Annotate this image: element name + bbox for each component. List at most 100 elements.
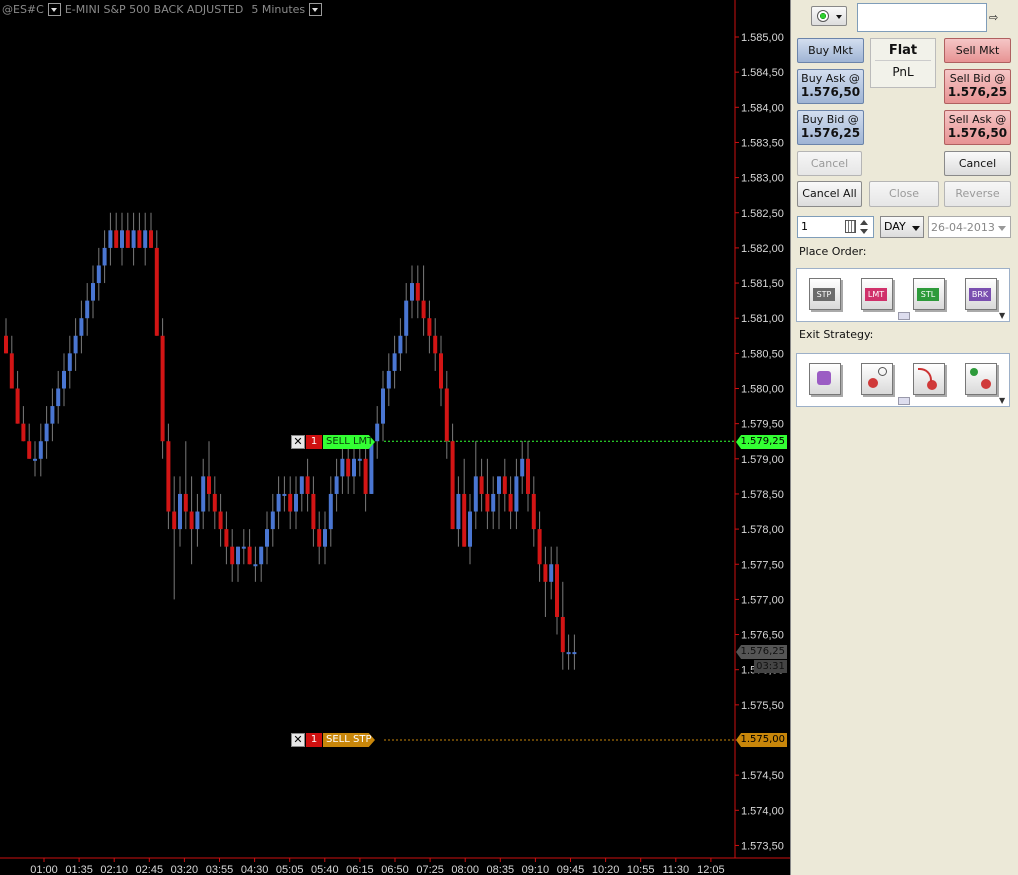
candle-body (218, 511, 223, 530)
stop-price-marker: 1.575,00 (736, 733, 787, 747)
time-tick-label: 10:55 (627, 864, 655, 875)
brk-order-icon[interactable]: BRK (965, 278, 997, 310)
account-menu-icon[interactable]: ⇨ (989, 11, 998, 24)
price-tick-label: 1.583,00 (741, 173, 784, 185)
candle-body (143, 230, 148, 248)
time-tick-label: 02:45 (136, 864, 164, 875)
chevron-down-icon[interactable] (836, 15, 842, 19)
chart-header: @ES#C E-MINI S&P 500 BACK ADJUSTED 5 Min… (2, 1, 323, 17)
candle-body (502, 476, 507, 494)
sell-ask-button[interactable]: Sell Ask @ 1.576,50 (944, 110, 1011, 145)
candle-body (398, 335, 403, 354)
spin-down-icon[interactable] (860, 229, 868, 234)
quantity-value[interactable]: 1 (801, 220, 808, 233)
spin-up-icon[interactable] (860, 220, 868, 225)
candle-body (473, 476, 478, 512)
exit-strategy-label: Exit Strategy: (799, 328, 874, 341)
buy-bid-label: Buy Bid @ (802, 113, 859, 126)
expand-toolbar-icon[interactable] (898, 312, 910, 320)
price-chart[interactable]: 1.585,00 1.584,50 1.584,00 1.583,50 1.583,00… (0, 0, 790, 875)
buy-bid-button[interactable]: Buy Bid @ 1.576,25 (797, 110, 864, 145)
expand-toolbar-icon[interactable] (898, 397, 910, 405)
candle-body (514, 476, 519, 512)
time-tick-label: 04:30 (241, 864, 269, 875)
candle-body (44, 423, 49, 442)
price-tick-label: 1.573,50 (741, 840, 784, 852)
chevron-down-icon[interactable] (912, 226, 920, 231)
candle-body (357, 458, 362, 461)
time-tick-label: 07:25 (416, 864, 444, 875)
buy-ask-button[interactable]: Buy Ask @ 1.576,50 (797, 69, 864, 104)
interval-dropdown-icon[interactable] (309, 2, 323, 16)
candle-body (531, 493, 536, 530)
order-label[interactable]: SELL STP (323, 733, 375, 747)
exit-strategy-puzzle-icon[interactable] (809, 363, 841, 395)
candle-body (253, 564, 258, 567)
price-tick-label: 1.584,00 (741, 102, 784, 114)
candle-body (299, 476, 304, 494)
time-in-force-select[interactable]: DAY (880, 216, 924, 238)
cancel-bids-button[interactable]: Cancel Bids (797, 151, 862, 193)
close-icon[interactable]: ✕ (291, 435, 305, 449)
candle-body (189, 511, 194, 530)
candle-body (9, 353, 14, 389)
candle-body (62, 370, 66, 389)
stl-order-icon[interactable]: STL (913, 278, 945, 310)
candle-body (212, 493, 217, 512)
candle-body (363, 458, 368, 494)
reverse-position-button[interactable]: Reverse (944, 181, 1011, 207)
candle-body (462, 493, 467, 547)
candle-body (15, 388, 20, 424)
price-tick-label: 1.585,00 (741, 32, 784, 44)
candle-body (21, 423, 26, 442)
exit-strategy-bracket-icon[interactable] (965, 363, 997, 395)
overflow-arrow-icon[interactable]: ▼ (999, 311, 1005, 320)
candle-body (381, 388, 385, 424)
candle-body (241, 546, 246, 549)
price-tick-label: 1.578,00 (741, 524, 784, 536)
price-tick-label: 1.574,50 (741, 770, 784, 782)
chevron-down-icon[interactable] (998, 226, 1006, 231)
cancel-all-button[interactable]: Cancel All (797, 181, 862, 207)
overflow-arrow-icon[interactable]: ▼ (999, 396, 1005, 405)
lmt-order-icon[interactable]: LMT (861, 278, 893, 310)
stp-order-icon[interactable]: STP (809, 278, 841, 310)
quantity-stepper[interactable]: 1 (797, 216, 874, 238)
time-tick-label: 08:00 (451, 864, 479, 875)
connection-status-toggle[interactable] (811, 6, 847, 26)
account-field[interactable] (857, 3, 987, 32)
candle-body (352, 458, 356, 477)
expiry-date-field[interactable]: 26-04-2013 (928, 216, 1011, 238)
candle-body (114, 230, 119, 248)
close-icon[interactable]: ✕ (291, 733, 305, 747)
bar-countdown: 03:31 (754, 660, 787, 673)
time-tick-label: 06:15 (346, 864, 374, 875)
candle-body (207, 476, 211, 494)
close-position-button[interactable]: Close (869, 181, 939, 207)
candle-body (328, 493, 333, 530)
limit-price-marker: 1.579,25 (736, 435, 787, 449)
candle-body (108, 230, 113, 248)
candle-body (485, 493, 490, 512)
candle-body (85, 300, 90, 319)
symbol-dropdown-icon[interactable] (47, 2, 61, 16)
candle-body (311, 493, 316, 530)
connected-icon (817, 10, 829, 22)
time-tick-label: 05:40 (311, 864, 339, 875)
sell-market-button[interactable]: Sell Mkt (944, 38, 1011, 63)
cancel-asks-button[interactable]: Cancel Asks (944, 151, 1011, 193)
candle-body (120, 230, 124, 248)
candle-body (410, 283, 414, 301)
candle-body (450, 441, 455, 530)
candle-body (317, 529, 322, 547)
exit-strategy-target-icon[interactable] (861, 363, 893, 395)
chart-area[interactable]: 1.585,00 1.584,50 1.584,00 1.583,50 1.583,00… (0, 0, 790, 875)
buy-market-button[interactable]: Buy Mkt (797, 38, 864, 63)
exit-strategy-trail-icon[interactable] (913, 363, 945, 395)
calculator-icon[interactable] (845, 220, 856, 233)
sell-bid-button[interactable]: Sell Bid @ 1.576,25 (944, 69, 1011, 104)
price-tick-label: 1.581,50 (741, 278, 784, 290)
order-label[interactable]: SELL LMT (323, 435, 375, 449)
order-qty: 1 (306, 733, 322, 747)
candle-body (386, 370, 391, 389)
